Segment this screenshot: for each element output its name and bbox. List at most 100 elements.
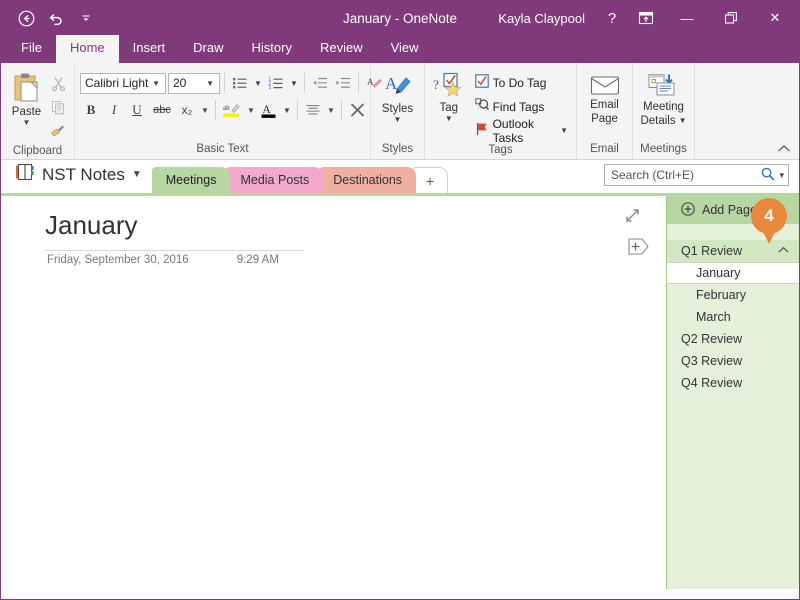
restore-button[interactable]: [709, 1, 753, 35]
ribbon-display-options-icon[interactable]: [627, 1, 665, 35]
undo-icon[interactable]: [43, 5, 69, 31]
collapse-ribbon-icon[interactable]: [777, 143, 791, 157]
account-name[interactable]: Kayla Claypool: [486, 11, 597, 26]
remove-formatting-x-icon[interactable]: [346, 99, 368, 121]
italic-button[interactable]: I: [103, 99, 125, 121]
email-page-button[interactable]: Email Page: [582, 71, 627, 125]
add-section-button[interactable]: +: [412, 167, 449, 193]
page-item-label: Q2 Review: [681, 332, 743, 346]
ribbon-tab-strip: File Home Insert Draw History Review Vie…: [1, 35, 799, 63]
page-item-q4-review[interactable]: Q4 Review: [667, 372, 799, 394]
collapse-group-icon[interactable]: [778, 246, 799, 257]
align-caret[interactable]: ▼: [325, 99, 337, 121]
paste-button[interactable]: Paste ▼: [6, 70, 47, 127]
meetings-group-label: Meetings: [640, 143, 687, 155]
numbering-caret[interactable]: ▼: [288, 72, 300, 94]
page-item-q1-review[interactable]: Q1 Review: [667, 240, 799, 262]
main-area: January Friday, September 30, 2016 9:29 …: [1, 196, 799, 589]
page-item-february[interactable]: February: [667, 284, 799, 306]
bold-button[interactable]: B: [80, 99, 102, 121]
add-page-button[interactable]: Add Page: [667, 196, 799, 224]
search-scope-caret[interactable]: ▾: [779, 170, 784, 181]
tab-home[interactable]: Home: [55, 35, 119, 63]
find-tags-label: Find Tags: [492, 99, 545, 114]
styles-dropdown-caret[interactable]: ▼: [394, 116, 402, 124]
notebook-icon: [15, 163, 35, 186]
notebook-selector[interactable]: NST Notes ▼: [1, 163, 152, 193]
chevron-down-icon[interactable]: ▼: [132, 169, 142, 180]
tab-review[interactable]: Review: [306, 35, 377, 63]
page-title[interactable]: January: [45, 210, 138, 241]
divider: [224, 73, 225, 93]
bullets-caret[interactable]: ▼: [252, 72, 264, 94]
section-tab-meetings[interactable]: Meetings: [151, 167, 231, 193]
close-button[interactable]: ✕: [753, 1, 797, 35]
subscript-caret[interactable]: ▼: [199, 99, 211, 121]
format-painter-icon[interactable]: [47, 120, 69, 142]
search-input[interactable]: Search (Ctrl+E) ▾: [604, 164, 789, 186]
insert-space-icon[interactable]: [628, 238, 650, 260]
text-highlight-icon[interactable]: ab: [220, 99, 244, 121]
align-icon[interactable]: [302, 99, 324, 121]
tab-insert[interactable]: Insert: [119, 35, 180, 63]
email-line-1: Email: [590, 99, 619, 111]
page-item-january[interactable]: January: [667, 262, 799, 284]
underline-button[interactable]: U: [126, 99, 148, 121]
bullets-icon[interactable]: [229, 72, 251, 94]
to-do-tag-button[interactable]: To Do Tag: [472, 72, 571, 93]
page-item-q2-review[interactable]: Q2 Review: [667, 328, 799, 350]
font-size-caret[interactable]: ▼: [203, 79, 217, 88]
section-tab-media-posts[interactable]: Media Posts: [226, 167, 324, 193]
font-name-combo[interactable]: Calibri Light ▼: [80, 72, 166, 94]
strikethrough-button[interactable]: abc: [149, 99, 175, 121]
meeting-details-button[interactable]: Meeting Details ▼: [638, 71, 689, 127]
basic-text-row-2: B I U abc x₂ ▼ ab ▼ A ▼ ▼: [80, 99, 368, 121]
page-item-march[interactable]: March: [667, 306, 799, 328]
font-color-icon[interactable]: A: [258, 99, 280, 121]
divider: [341, 100, 342, 120]
subscript-button[interactable]: x₂: [176, 99, 198, 121]
find-tags-button[interactable]: Find Tags: [472, 96, 571, 117]
section-tab-destinations[interactable]: Destinations: [319, 167, 417, 193]
page-canvas[interactable]: January Friday, September 30, 2016 9:29 …: [1, 196, 666, 589]
font-name-caret[interactable]: ▼: [149, 79, 163, 88]
styles-icon: A: [385, 74, 411, 94]
section-tabs: Meetings Media Posts Destinations +: [151, 157, 449, 193]
back-circle-icon[interactable]: [13, 5, 39, 31]
tab-file[interactable]: File: [7, 35, 56, 63]
font-name-value: Calibri Light: [85, 76, 149, 90]
help-button[interactable]: ?: [597, 1, 627, 35]
tag-button[interactable]: ? Tag ▼: [430, 70, 468, 123]
tab-draw[interactable]: Draw: [179, 35, 237, 63]
outlook-tasks-button[interactable]: Outlook Tasks ▼: [472, 117, 571, 145]
divider: [304, 73, 305, 93]
minimize-button[interactable]: —: [665, 1, 709, 35]
clipboard-group-label: Clipboard: [12, 145, 63, 157]
meeting-details-caret[interactable]: ▼: [679, 115, 687, 127]
page-item-label: March: [696, 310, 731, 324]
checkbox-icon: [474, 74, 489, 91]
decrease-indent-icon[interactable]: [309, 72, 331, 94]
tab-history[interactable]: History: [238, 35, 306, 63]
add-page-label: Add Page: [702, 203, 757, 217]
outlook-tasks-caret[interactable]: ▼: [560, 126, 568, 135]
search-icon[interactable]: [761, 167, 776, 184]
tab-view[interactable]: View: [377, 35, 433, 63]
expand-page-icon[interactable]: [625, 208, 640, 228]
copy-icon[interactable]: [47, 96, 69, 118]
paste-dropdown-caret[interactable]: ▼: [23, 119, 31, 127]
font-color-caret[interactable]: ▼: [281, 99, 293, 121]
font-size-combo[interactable]: 20 ▼: [168, 72, 220, 94]
paste-icon: [14, 73, 37, 102]
ribbon-group-email: Email Page Email: [577, 63, 633, 160]
numbering-icon[interactable]: 123: [265, 72, 287, 94]
divider: [215, 100, 216, 120]
increase-indent-icon[interactable]: [332, 72, 354, 94]
ribbon-group-clipboard: Paste ▼ Clipboard: [1, 63, 75, 160]
styles-button[interactable]: A Styles ▼: [376, 71, 419, 124]
customize-quick-access-icon[interactable]: [73, 5, 99, 31]
cut-icon[interactable]: [47, 72, 69, 94]
highlight-caret[interactable]: ▼: [245, 99, 257, 121]
page-item-q3-review[interactable]: Q3 Review: [667, 350, 799, 372]
tag-dropdown-caret[interactable]: ▼: [445, 115, 453, 123]
